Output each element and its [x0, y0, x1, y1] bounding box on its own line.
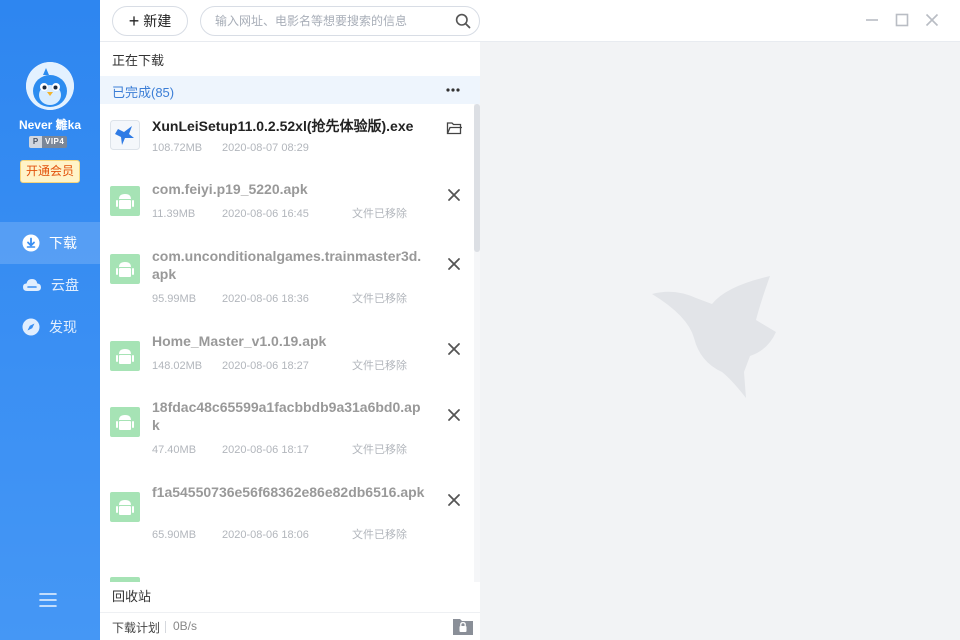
- cloud-icon: [23, 279, 41, 291]
- file-meta: 11.39MB 2020-08-06 16:45 文件已移除: [152, 205, 407, 221]
- status-bar: 下载计划 0B/s: [100, 612, 480, 640]
- remove-icon[interactable]: [446, 492, 462, 508]
- android-icon: [110, 407, 140, 437]
- android-icon: [110, 492, 140, 522]
- list-item-partial[interactable]: [100, 577, 474, 582]
- vip-level-label: VIP4: [42, 136, 68, 148]
- file-status: 文件已移除: [352, 293, 407, 305]
- android-icon: [110, 341, 140, 371]
- file-size: 108.72MB: [152, 142, 203, 154]
- minimize-icon[interactable]: [864, 12, 880, 28]
- remove-icon[interactable]: [446, 341, 462, 357]
- close-icon[interactable]: [924, 12, 940, 28]
- file-name: XunLeiSetup11.0.2.52xl(抢先体验版).exe: [152, 118, 414, 134]
- list-item[interactable]: com.unconditionalgames.trainmaster3d.apk…: [100, 238, 474, 322]
- file-name: Home_Master_v1.0.19.apk: [152, 333, 327, 349]
- file-size: 148.02MB: [152, 360, 203, 372]
- list-item[interactable]: Home_Master_v1.0.19.apk 148.02MB 2020-08-…: [100, 323, 474, 389]
- sidebar-item-label: 下载: [49, 235, 77, 251]
- file-name: com.feiyi.p19_5220.apk: [152, 181, 308, 197]
- new-task-label: 新建: [143, 13, 172, 29]
- download-plan[interactable]: 下载计划: [112, 619, 160, 636]
- vip-p-label: P: [29, 136, 42, 148]
- download-list: XunLeiSetup11.0.2.52xl(抢先体验版).exe 108.72…: [100, 104, 474, 582]
- tab-completed[interactable]: 已完成(85): [100, 76, 480, 104]
- file-time: 2020-08-07 08:29: [222, 142, 309, 154]
- file-status: 文件已移除: [352, 529, 407, 541]
- android-icon: [110, 254, 140, 284]
- file-time: 2020-08-06 18:06: [222, 529, 309, 541]
- plus-icon: +: [128, 11, 140, 31]
- detail-area: [480, 42, 960, 640]
- xunlei-bird-watermark-icon: [652, 276, 776, 398]
- list-item[interactable]: com.feiyi.p19_5220.apk 11.39MB 2020-08-06…: [100, 171, 474, 237]
- top-bar: + 新建: [100, 0, 960, 42]
- download-speed: 0B/s: [173, 619, 198, 633]
- sidebar: Never 雛ka P VIP4 开通会员 下载 云盘 发现: [0, 0, 100, 640]
- xunlei-window: Never 雛ka P VIP4 开通会员 下载 云盘 发现 + 新建 输入网址…: [0, 0, 960, 640]
- vip-badge: P VIP4: [29, 136, 68, 148]
- file-name: 18fdac48c65599a1facbbdb9a31a6bd0.apk: [152, 399, 421, 433]
- list-item[interactable]: f1a54550736e56f68362e86e82db6516.apk 65.…: [100, 475, 474, 559]
- file-status: 文件已移除: [352, 444, 407, 456]
- compass-icon: [22, 318, 40, 336]
- sidebar-item-discover[interactable]: 发现: [0, 306, 100, 348]
- sidebar-item-label: 云盘: [51, 277, 79, 293]
- bird-avatar-icon: [26, 62, 74, 110]
- file-size: 47.40MB: [152, 444, 197, 456]
- search-icon[interactable]: [455, 13, 471, 29]
- remove-icon[interactable]: [446, 407, 462, 423]
- search-box: [200, 6, 480, 36]
- more-icon[interactable]: [446, 88, 460, 92]
- file-status: 文件已移除: [352, 208, 407, 220]
- new-task-button[interactable]: + 新建: [112, 6, 188, 36]
- lock-icon[interactable]: [452, 616, 474, 636]
- file-time: 2020-08-06 18:36: [222, 293, 309, 305]
- file-size: 65.90MB: [152, 529, 197, 541]
- download-panel: 正在下载 已完成(85) XunLeiSetup11.0.2.52xl(抢先体验…: [100, 42, 480, 640]
- username[interactable]: Never 雛ka: [0, 116, 100, 133]
- file-time: 2020-08-06 18:17: [222, 444, 309, 456]
- file-name: f1a54550736e56f68362e86e82db6516.apk: [152, 484, 425, 500]
- file-meta: 95.99MB 2020-08-06 18:36 文件已移除: [152, 290, 407, 306]
- file-meta: 108.72MB 2020-08-07 08:29: [152, 142, 352, 154]
- file-name: com.unconditionalgames.trainmaster3d.apk: [152, 248, 422, 282]
- remove-icon[interactable]: [446, 256, 462, 272]
- recycle-bin[interactable]: 回收站: [112, 586, 151, 605]
- divider: [165, 621, 166, 633]
- download-icon: [22, 234, 40, 252]
- file-time: 2020-08-06 18:27: [222, 360, 309, 372]
- list-item[interactable]: 18fdac48c65599a1facbbdb9a31a6bd0.apk 47.…: [100, 390, 474, 474]
- completed-label: 已完成(85): [112, 85, 175, 100]
- file-meta: 65.90MB 2020-08-06 18:06 文件已移除: [152, 526, 407, 542]
- file-meta: 148.02MB 2020-08-06 18:27 文件已移除: [152, 357, 407, 373]
- file-status: 文件已移除: [352, 360, 407, 372]
- sidebar-item-download[interactable]: 下载: [0, 222, 100, 264]
- maximize-icon[interactable]: [894, 12, 910, 28]
- android-icon: [110, 186, 140, 216]
- sidebar-item-cloud[interactable]: 云盘: [0, 264, 100, 306]
- file-size: 11.39MB: [152, 208, 196, 220]
- open-membership-button[interactable]: 开通会员: [20, 160, 80, 183]
- file-time: 2020-08-06 16:45: [222, 208, 309, 220]
- search-input[interactable]: [215, 7, 445, 35]
- sidebar-item-label: 发现: [49, 319, 77, 335]
- list-item[interactable]: XunLeiSetup11.0.2.52xl(抢先体验版).exe 108.72…: [100, 104, 474, 170]
- hamburger-icon[interactable]: [38, 590, 58, 610]
- avatar[interactable]: [26, 62, 74, 110]
- tab-downloading[interactable]: 正在下载: [112, 50, 164, 69]
- xunlei-app-icon: [110, 120, 140, 150]
- android-icon: [110, 577, 140, 582]
- file-meta: 47.40MB 2020-08-06 18:17 文件已移除: [152, 441, 407, 457]
- remove-icon[interactable]: [446, 187, 462, 203]
- open-folder-icon[interactable]: [446, 120, 462, 136]
- file-size: 95.99MB: [152, 293, 197, 305]
